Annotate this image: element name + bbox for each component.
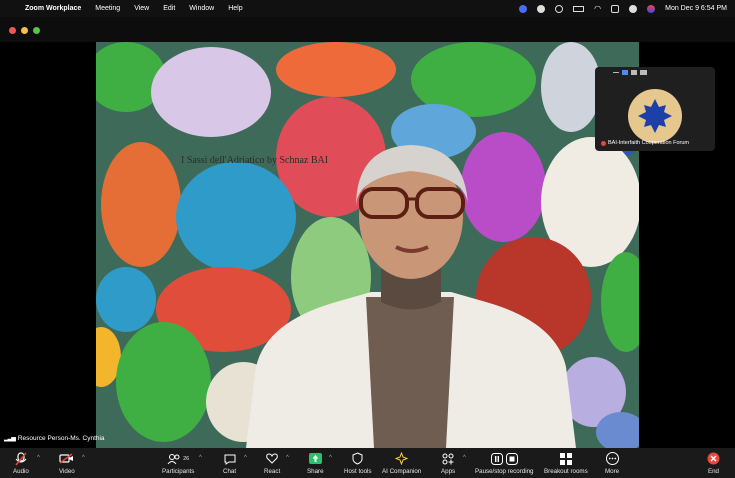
grid-view-icon[interactable]: [640, 70, 647, 75]
participants-icon: 26: [167, 451, 189, 466]
organization-logo: [628, 89, 682, 143]
shield-icon: [352, 451, 363, 466]
painted-rock: [601, 252, 639, 352]
video-label: Video: [59, 468, 75, 475]
thumbnail-label: BAI-Interfaith Cooperation Forum: [601, 140, 689, 146]
window-titlebar: [0, 17, 735, 42]
end-button[interactable]: End: [707, 451, 720, 475]
active-speaker-video[interactable]: I Sassi dell'Adriatico by Schnaz BAI: [96, 42, 639, 448]
meeting-toolbar: Audio ^ Video ^ 26 Participants ^ Chat ^…: [0, 448, 735, 478]
recording-controls-icon: [490, 451, 518, 466]
breakout-rooms-icon: [559, 451, 572, 466]
menu-help[interactable]: Help: [228, 5, 242, 12]
more-button[interactable]: More: [605, 451, 619, 475]
participants-label: Participants: [162, 468, 195, 475]
sparkle-icon: [395, 451, 409, 466]
react-label: React: [264, 468, 281, 475]
thumbnail-view-icon[interactable]: [622, 70, 628, 75]
audio-button[interactable]: Audio: [13, 451, 29, 475]
participants-button[interactable]: 26 Participants: [162, 451, 194, 475]
share-button[interactable]: Share: [307, 451, 324, 475]
video-options-chevron-icon[interactable]: ^: [82, 455, 85, 461]
floating-thumbnail[interactable]: BAI-Interfaith Cooperation Forum: [595, 67, 715, 151]
painted-rock: [276, 42, 396, 97]
chat-button[interactable]: Chat: [223, 451, 236, 475]
video-off-icon: [59, 451, 74, 466]
ai-companion-button[interactable]: AI Companion: [382, 451, 421, 475]
mic-off-icon: [15, 451, 27, 466]
react-options-chevron-icon[interactable]: ^: [286, 455, 289, 461]
participants-count: 26: [183, 455, 190, 462]
participant-name: Resource Person-Ms. Cynthia: [17, 435, 105, 442]
menu-meeting[interactable]: Meeting: [95, 5, 120, 12]
search-icon[interactable]: [629, 4, 638, 13]
thumbnail-controls: [595, 67, 715, 78]
more-label: More: [605, 468, 620, 475]
apps-icon: [442, 451, 454, 466]
participants-options-chevron-icon[interactable]: ^: [199, 455, 202, 461]
menu-edit[interactable]: Edit: [163, 5, 175, 12]
thumbnail-layout-icon[interactable]: [631, 70, 637, 75]
breakout-rooms-button[interactable]: Breakout rooms: [544, 451, 588, 475]
zoom-status-icon[interactable]: [519, 4, 528, 13]
apps-label: Apps: [441, 468, 456, 475]
control-center-icon[interactable]: [611, 4, 620, 13]
status-area: ◠ Mon Dec 9 6:54 PM: [519, 4, 735, 13]
painted-rock: [116, 322, 211, 442]
heart-icon: [266, 451, 278, 466]
participant-name-tag: ▂▃▅ Resource Person-Ms. Cynthia: [4, 435, 105, 442]
share-screen-icon: [308, 451, 322, 466]
end-call-icon: [707, 451, 720, 466]
signal-bars-icon: ▂▃▅: [4, 436, 16, 442]
app-menu: Zoom Workplace Meeting View Edit Window …: [25, 5, 243, 12]
painted-rock: [541, 42, 601, 132]
focus-icon[interactable]: [555, 4, 564, 13]
minimize-thumbnail-icon[interactable]: [613, 72, 619, 73]
painted-rock: [151, 47, 271, 137]
host-tools-button[interactable]: Host tools: [344, 451, 372, 475]
host-tools-label: Host tools: [344, 468, 372, 475]
wifi-icon[interactable]: ◠: [594, 4, 601, 13]
menu-window[interactable]: Window: [189, 5, 214, 12]
thumbnail-name: BAI-Interfaith Cooperation Forum: [608, 140, 690, 146]
share-label: Share: [307, 468, 324, 475]
minimize-window-button[interactable]: [21, 27, 28, 34]
painted-rock: [596, 412, 639, 448]
menu-app-name[interactable]: Zoom Workplace: [25, 5, 81, 12]
battery-icon[interactable]: [573, 5, 585, 12]
react-button[interactable]: React: [264, 451, 280, 475]
meeting-stage: I Sassi dell'Adriatico by Schnaz BAI ▂▃▅…: [0, 42, 735, 448]
end-label: End: [707, 468, 719, 475]
painted-rock: [96, 267, 156, 332]
painted-rock: [101, 142, 181, 267]
chat-label: Chat: [223, 468, 237, 475]
ai-companion-label: AI Companion: [382, 468, 422, 475]
video-button[interactable]: Video: [59, 451, 75, 475]
recording-label: Pause/stop recording: [475, 468, 534, 475]
macos-menubar: Zoom Workplace Meeting View Edit Window …: [0, 0, 735, 17]
window-controls: [9, 27, 40, 34]
siri-icon[interactable]: [647, 4, 656, 13]
chat-icon: [224, 451, 236, 466]
apps-button[interactable]: Apps: [441, 451, 455, 475]
menubar-clock[interactable]: Mon Dec 9 6:54 PM: [665, 5, 727, 12]
apps-options-chevron-icon[interactable]: ^: [463, 455, 466, 461]
recording-button[interactable]: Pause/stop recording: [475, 451, 533, 475]
share-options-chevron-icon[interactable]: ^: [329, 455, 332, 461]
chat-options-chevron-icon[interactable]: ^: [244, 455, 247, 461]
zoom-window-button[interactable]: [33, 27, 40, 34]
mic-muted-icon: [601, 140, 606, 146]
breakout-rooms-label: Breakout rooms: [544, 468, 588, 475]
close-window-button[interactable]: [9, 27, 16, 34]
extension-icon[interactable]: [537, 4, 546, 13]
audio-options-chevron-icon[interactable]: ^: [37, 455, 40, 461]
menu-view[interactable]: View: [134, 5, 149, 12]
speaker-person: [246, 145, 576, 448]
more-icon: [605, 451, 619, 466]
audio-label: Audio: [13, 468, 29, 475]
